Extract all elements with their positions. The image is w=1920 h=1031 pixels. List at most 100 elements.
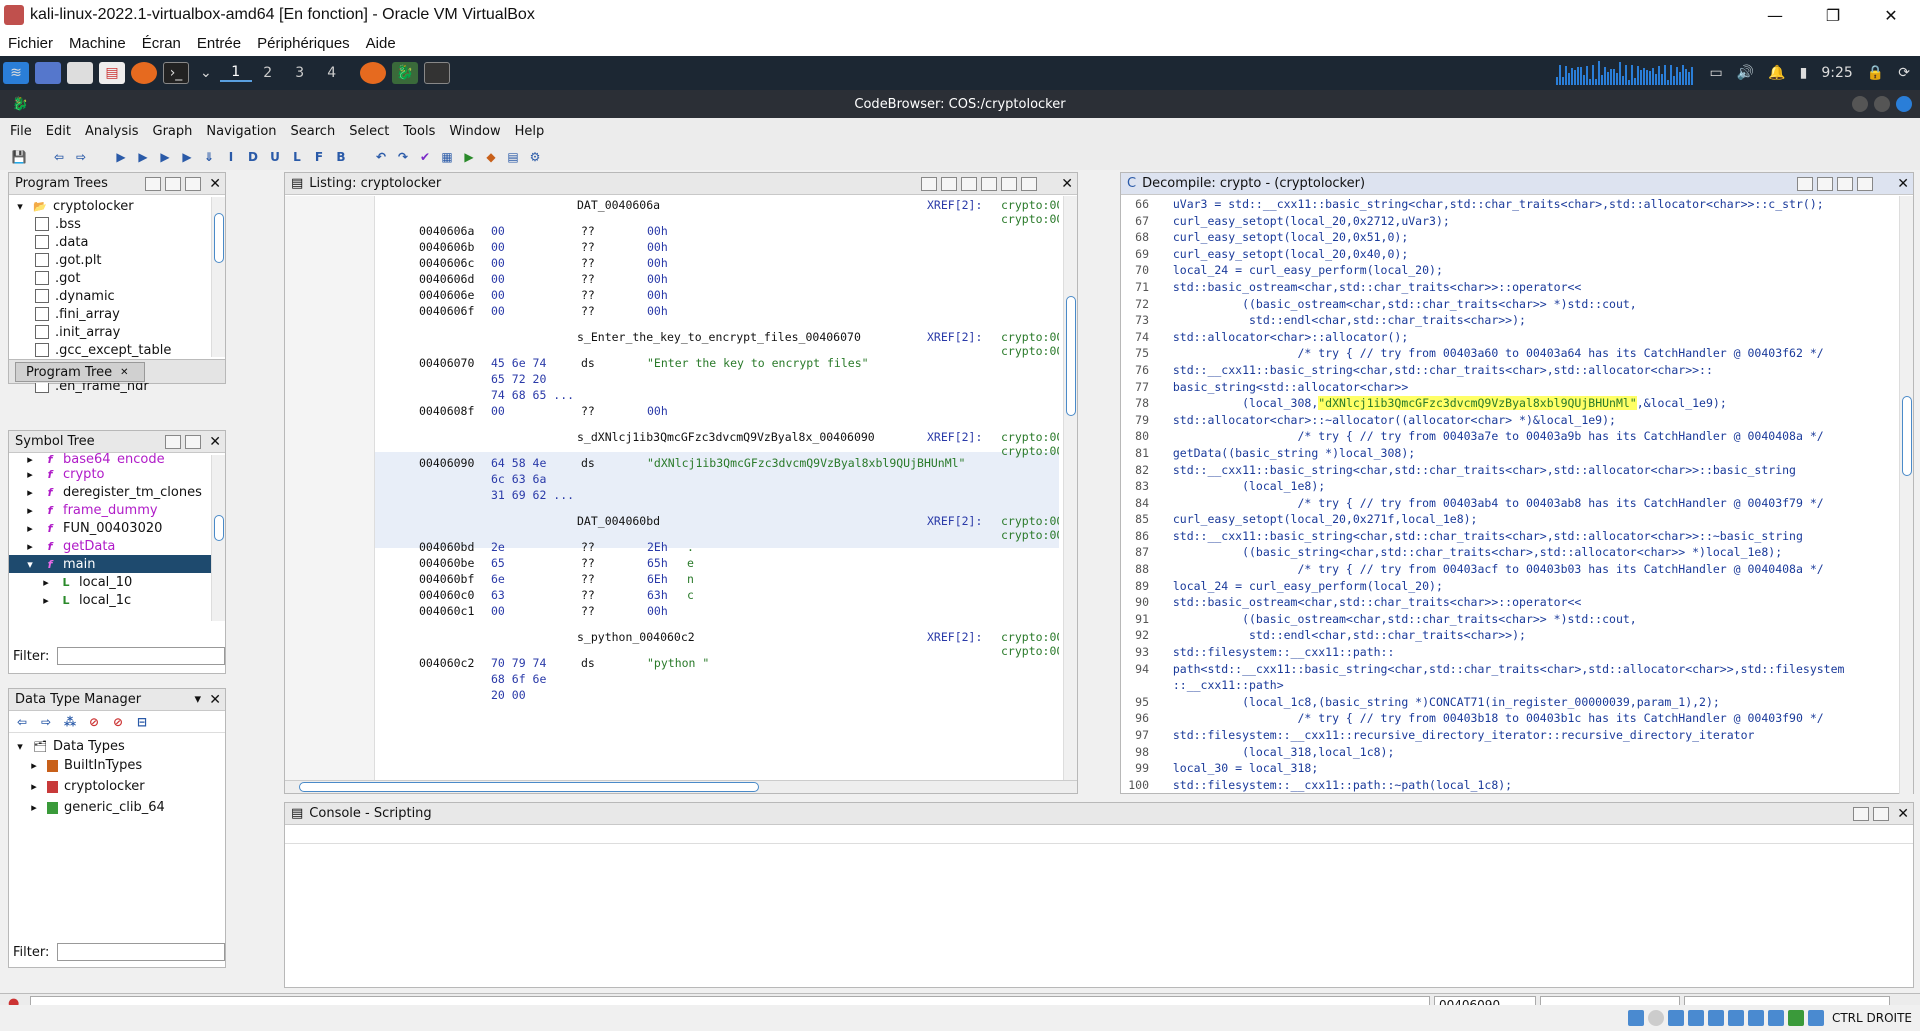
tab-program-tree[interactable]: Program Tree ✕ bbox=[15, 362, 145, 382]
lock-icon[interactable] bbox=[1853, 806, 1869, 821]
expand-icon[interactable]: ⁂ bbox=[61, 713, 79, 731]
code-line[interactable]: 69 curl_easy_setopt(local_20,0x40,0); bbox=[1121, 247, 1899, 264]
xref-value[interactable]: crypto:004 bbox=[1001, 644, 1059, 660]
code-line[interactable]: 100 std::filesystem::__cxx11::path::~pat… bbox=[1121, 778, 1899, 794]
hdd-icon[interactable] bbox=[1627, 1010, 1644, 1026]
menu-file[interactable]: File bbox=[0, 124, 36, 139]
recording-icon[interactable] bbox=[1767, 1010, 1784, 1026]
code-line[interactable]: 83 (local_1e8); bbox=[1121, 479, 1899, 496]
symbol-child[interactable]: ▸ Llocal_10 bbox=[9, 573, 225, 591]
menu-select[interactable]: Select bbox=[339, 124, 393, 139]
filter-array-icon[interactable]: ⊘ bbox=[109, 713, 127, 731]
save-icon[interactable]: 💾 bbox=[10, 148, 28, 166]
code-line[interactable]: 97 std::filesystem::__cxx11::recursive_d… bbox=[1121, 728, 1899, 745]
firefox-icon[interactable] bbox=[131, 62, 157, 84]
listing-address[interactable]: 00406070 bbox=[419, 356, 474, 372]
menu-window[interactable]: Window bbox=[439, 124, 504, 139]
expand-arrow-icon[interactable]: ▸ bbox=[23, 453, 37, 465]
label-icon[interactable]: L bbox=[288, 148, 306, 166]
listing-hscrollbar[interactable] bbox=[285, 780, 1077, 793]
expand-arrow-icon[interactable]: ▸ bbox=[27, 759, 41, 773]
display-icon[interactable] bbox=[1747, 1010, 1764, 1026]
undo-icon[interactable]: ↶ bbox=[372, 148, 390, 166]
symbol-filter-input[interactable] bbox=[57, 647, 225, 665]
chevron-down-icon[interactable]: ⌄ bbox=[200, 65, 212, 81]
forward-icon[interactable]: ⇨ bbox=[72, 148, 90, 166]
decompile-scrollbar[interactable] bbox=[1899, 196, 1913, 794]
listing-address[interactable]: 0040606c bbox=[419, 256, 474, 272]
file-manager-icon[interactable] bbox=[67, 62, 93, 84]
snapshot-icon[interactable] bbox=[1001, 176, 1017, 191]
symbol-tool-1-icon[interactable] bbox=[165, 434, 181, 449]
table-icon[interactable]: ▦ bbox=[438, 148, 456, 166]
instruction-icon[interactable]: I bbox=[222, 148, 240, 166]
code-line[interactable]: 82 std::__cxx11::basic_string<char,std::… bbox=[1121, 463, 1899, 480]
listing-address[interactable]: 0040606f bbox=[419, 304, 474, 320]
settings-icon[interactable]: ⚙ bbox=[526, 148, 544, 166]
code-line[interactable]: 75 /* try { // try from 00403a60 to 0040… bbox=[1121, 346, 1899, 363]
ghidra-task-icon[interactable]: 🐉 bbox=[391, 62, 418, 84]
cursor-icon[interactable] bbox=[961, 176, 977, 191]
expand-arrow-icon[interactable]: ▸ bbox=[39, 593, 53, 607]
xref-value[interactable]: crypto:004 bbox=[1001, 444, 1059, 460]
highlighted-string[interactable]: "dXNlcj1ib3QmcGFzc3dvcmQ9VzByal8xbl9QUjB… bbox=[1318, 396, 1637, 411]
listing-address[interactable]: 004060c1 bbox=[419, 604, 474, 620]
close-icon[interactable]: ✕ bbox=[1897, 176, 1909, 192]
text-editor-icon[interactable]: ▤ bbox=[99, 62, 125, 84]
function-icon[interactable]: F bbox=[310, 148, 328, 166]
workspace-2[interactable]: 2 bbox=[252, 65, 284, 81]
tree-item[interactable]: .got.plt bbox=[13, 251, 225, 269]
expand-arrow-icon[interactable]: ▾ bbox=[23, 557, 37, 571]
menu-tools[interactable]: Tools bbox=[393, 124, 439, 139]
down-arrow-icon[interactable]: ⇓ bbox=[200, 148, 218, 166]
menu-peripheriques[interactable]: Périphériques bbox=[249, 35, 358, 52]
shared-folder-icon[interactable] bbox=[1727, 1010, 1744, 1026]
clear-icon[interactable] bbox=[1873, 806, 1889, 821]
expand-arrow-icon[interactable]: ▸ bbox=[27, 801, 41, 815]
expand-arrow-icon[interactable]: ▸ bbox=[23, 539, 37, 553]
code-line[interactable]: 77 basic_string<std::allocator<char>> bbox=[1121, 380, 1899, 397]
expand-arrow-icon[interactable]: ▸ bbox=[23, 521, 37, 535]
chevron-down-icon[interactable]: ▾ bbox=[194, 692, 201, 707]
listing-address[interactable]: 0040606b bbox=[419, 240, 474, 256]
listing-address[interactable]: 0040606d bbox=[419, 272, 474, 288]
menu-fichier[interactable]: Fichier bbox=[0, 35, 61, 52]
menu-analysis[interactable]: Analysis bbox=[75, 124, 143, 139]
tree-item[interactable]: .bss bbox=[13, 215, 225, 233]
optical-icon[interactable] bbox=[1647, 1010, 1664, 1026]
menu-graph[interactable]: Graph bbox=[143, 124, 197, 139]
close-icon[interactable]: ✕ bbox=[209, 176, 221, 192]
symbol-item[interactable]: ▸ f frame_dummy bbox=[9, 501, 225, 519]
code-line[interactable]: 96 /* try { // try from 00403b18 to 0040… bbox=[1121, 711, 1899, 728]
symbol-item[interactable]: ▸ f crypto bbox=[9, 465, 225, 483]
tree-item[interactable]: .gcc_except_table bbox=[13, 341, 225, 359]
menu-help[interactable]: Help bbox=[505, 124, 549, 139]
symbol-tree-scrollbar[interactable] bbox=[211, 455, 225, 621]
listing-address[interactable]: 004060c2 bbox=[419, 656, 474, 672]
network-icon[interactable] bbox=[1687, 1010, 1704, 1026]
xref-value[interactable]: crypto:004 bbox=[1001, 212, 1059, 228]
data-type-item[interactable]: ▸ generic_clib_64 bbox=[13, 797, 225, 818]
folder-icon[interactable] bbox=[165, 176, 181, 191]
nav-icon-3[interactable]: ▶ bbox=[156, 148, 174, 166]
tree-item[interactable]: .got bbox=[13, 269, 225, 287]
code-line[interactable]: 66 uVar3 = std::__cxx11::basic_string<ch… bbox=[1121, 197, 1899, 214]
window-icon[interactable]: ▤ bbox=[504, 148, 522, 166]
diamond-icon[interactable]: ◆ bbox=[482, 148, 500, 166]
volume-icon[interactable]: 🔊 bbox=[1737, 65, 1754, 81]
code-line[interactable]: 90 std::basic_ostream<char,std::char_tra… bbox=[1121, 595, 1899, 612]
cpu-icon[interactable] bbox=[1787, 1010, 1804, 1026]
data-type-filter-input[interactable] bbox=[57, 943, 225, 961]
close-icon[interactable]: ✕ bbox=[209, 434, 221, 450]
code-line[interactable]: 84 /* try { // try from 00403ab4 to 0040… bbox=[1121, 496, 1899, 513]
maximize-button[interactable]: ❐ bbox=[1804, 0, 1862, 30]
code-line[interactable]: ::__cxx11::path> bbox=[1121, 678, 1899, 695]
code-line[interactable]: 73 std::endl<char,std::char_traits<char>… bbox=[1121, 313, 1899, 330]
refresh-icon[interactable] bbox=[1797, 176, 1813, 191]
code-line[interactable]: 95 (local_1c8,(basic_string *)CONCAT71(i… bbox=[1121, 695, 1899, 712]
menu-ecran[interactable]: Écran bbox=[134, 35, 189, 52]
symbol-item[interactable]: ▸ f deregister_tm_clones bbox=[9, 483, 225, 501]
symbol-item-selected[interactable]: ▾ f main bbox=[9, 555, 213, 573]
listing-address[interactable]: 004060bf bbox=[419, 572, 474, 588]
code-line[interactable]: 89 local_24 = curl_easy_perform(local_20… bbox=[1121, 579, 1899, 596]
